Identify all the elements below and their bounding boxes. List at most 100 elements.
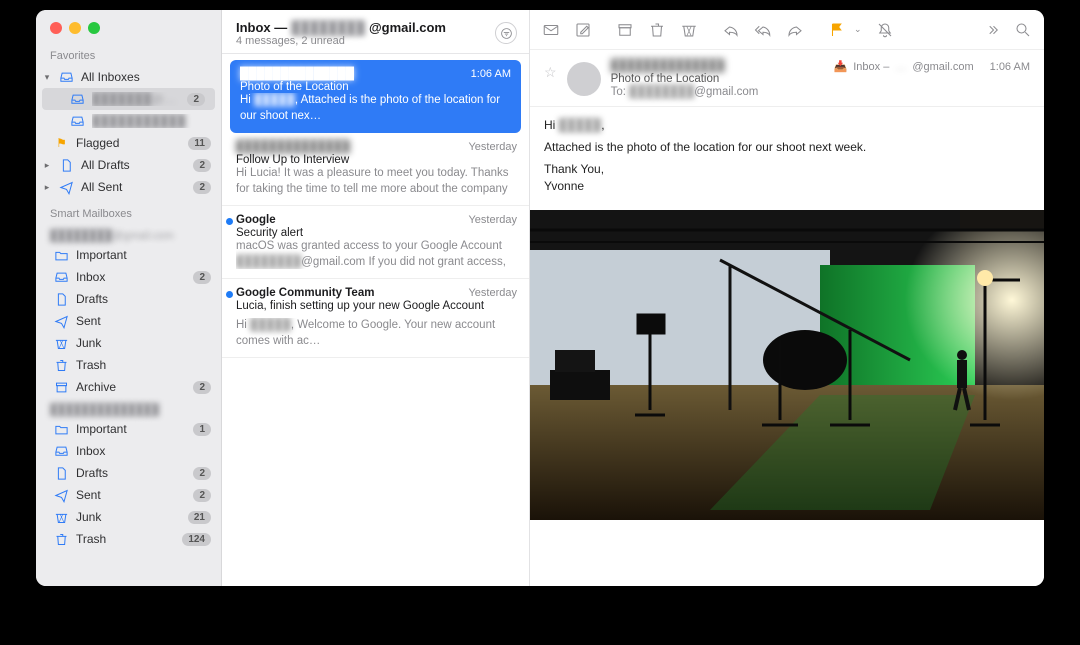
document-icon	[59, 158, 74, 172]
count-badge: 2	[193, 489, 211, 502]
trash-icon	[54, 532, 69, 546]
sidebar-item-label: Important	[76, 248, 211, 262]
mute-icon[interactable]	[876, 21, 894, 39]
sidebar-item-flagged[interactable]: ⚑ Flagged 11	[36, 132, 221, 154]
account-header-2[interactable]: ██████████████	[36, 398, 221, 418]
trash-icon	[54, 358, 69, 372]
header-to: To: ████████@gmail.com	[611, 86, 1030, 98]
chevron-right-icon[interactable]: ▸	[42, 182, 52, 193]
reply-all-icon[interactable]	[754, 21, 772, 39]
mailbox-title-suffix: @gmail.com	[369, 20, 446, 35]
unread-dot-icon	[226, 291, 233, 298]
inbox-icon	[70, 92, 85, 106]
sidebar-item-junk-2[interactable]: Junk21	[36, 506, 221, 528]
star-icon[interactable]: ☆	[544, 64, 557, 98]
sidebar-item-label: Inbox	[76, 444, 211, 458]
chevron-right-icon[interactable]: ▸	[42, 160, 52, 171]
paper-plane-icon	[59, 180, 74, 194]
sidebar-item-label: Junk	[76, 336, 211, 350]
sidebar-item-junk[interactable]: Junk	[36, 332, 221, 354]
sidebar-item-label: Flagged	[76, 136, 181, 150]
message-preview: Hi █████, Welcome to Google. Your new ac…	[236, 318, 517, 348]
message-time: Yesterday	[468, 141, 517, 153]
message-list-item[interactable]: ██████████████ Yesterday Follow Up to In…	[222, 133, 529, 206]
inbox-icon	[54, 270, 69, 284]
filter-button[interactable]	[495, 22, 517, 44]
message-sender: ██████████████	[240, 68, 354, 80]
delete-icon[interactable]	[648, 21, 666, 39]
message-preview: Hi █████, Attached is the photo of the l…	[240, 93, 511, 123]
flag-icon: ⚑	[54, 136, 69, 150]
sidebar-item-important-2[interactable]: Important1	[36, 418, 221, 440]
header-time: 1:06 AM	[990, 61, 1030, 73]
sidebar-item-label: All Sent	[81, 180, 186, 194]
message-list-item[interactable]: ██████████████ 1:06 AM Photo of the Loca…	[230, 60, 521, 133]
archive-icon[interactable]	[616, 21, 634, 39]
sidebar-item-label: Junk	[76, 510, 181, 524]
sidebar-item-inbox-2[interactable]: Inbox	[36, 440, 221, 462]
sidebar: Favorites ▾ All Inboxes ███████@g… 2 ███…	[36, 10, 222, 586]
header-meta: 📥 Inbox – …@gmail.com 1:06 AM	[834, 60, 1030, 73]
sidebar-item-account-2[interactable]: ███████████	[36, 110, 221, 132]
sidebar-item-label: ███████@g…	[92, 92, 180, 106]
inbox-icon	[70, 114, 85, 128]
count-badge: 2	[193, 381, 211, 394]
message-list-item[interactable]: Google Community Team Yesterday Lucia, f…	[222, 279, 529, 358]
toolbar: ⌄	[530, 10, 1044, 50]
chevron-down-icon[interactable]: ▾	[42, 72, 52, 83]
sidebar-item-sent[interactable]: Sent	[36, 310, 221, 332]
sidebar-item-all-inboxes[interactable]: ▾ All Inboxes	[36, 66, 221, 88]
message-body: Hi █████, Attached is the photo of the l…	[530, 107, 1044, 210]
message-subject: Photo of the Location	[240, 81, 511, 93]
mailbox-title: Inbox — ████████ @gmail.com	[236, 20, 487, 35]
sidebar-item-trash[interactable]: Trash	[36, 354, 221, 376]
sidebar-item-inbox[interactable]: Inbox2	[36, 266, 221, 288]
sidebar-item-drafts-2[interactable]: Drafts2	[36, 462, 221, 484]
flag-icon[interactable]	[828, 21, 846, 39]
sidebar-item-all-drafts[interactable]: ▸ All Drafts 2	[36, 154, 221, 176]
message-list-item[interactable]: Google Yesterday Security alert macOS wa…	[222, 206, 529, 279]
junk-icon	[54, 336, 69, 350]
sidebar-item-drafts[interactable]: Drafts	[36, 288, 221, 310]
document-icon	[54, 292, 69, 306]
more-toolbar-icon[interactable]	[986, 21, 1004, 39]
sidebar-item-label: Sent	[76, 314, 211, 328]
sidebar-item-sent-2[interactable]: Sent2	[36, 484, 221, 506]
header-subject: Photo of the Location	[611, 73, 1030, 85]
message-list-header: Inbox — ████████ @gmail.com 4 messages, …	[222, 10, 529, 54]
sidebar-item-account-1[interactable]: ███████@g… 2	[42, 88, 215, 110]
window-controls	[36, 10, 221, 40]
close-window-button[interactable]	[50, 22, 62, 34]
unread-badge: 2	[187, 93, 205, 106]
folder-icon	[54, 422, 69, 436]
sidebar-item-all-sent[interactable]: ▸ All Sent 2	[36, 176, 221, 198]
mark-read-icon[interactable]	[542, 21, 560, 39]
count-badge: 2	[193, 271, 211, 284]
account-header-1[interactable]: ████████@gmail.com	[36, 224, 221, 244]
inbox-icon	[54, 444, 69, 458]
sidebar-item-trash-2[interactable]: Trash 124	[36, 528, 221, 550]
minimize-window-button[interactable]	[69, 22, 81, 34]
sidebar-item-archive[interactable]: Archive2	[36, 376, 221, 398]
sender-avatar	[567, 62, 601, 96]
count-badge: 11	[188, 137, 211, 150]
forward-icon[interactable]	[786, 21, 804, 39]
junk-icon[interactable]	[680, 21, 698, 39]
junk-icon	[54, 510, 69, 524]
compose-icon[interactable]	[574, 21, 592, 39]
zoom-window-button[interactable]	[88, 22, 100, 34]
sidebar-item-important[interactable]: Important	[36, 244, 221, 266]
reading-pane: ⌄ ☆ ██████████████ Photo of the Location…	[530, 10, 1044, 586]
search-icon[interactable]	[1014, 21, 1032, 39]
message-time: Yesterday	[468, 287, 517, 299]
message-subject: Follow Up to Interview	[236, 154, 517, 166]
message-time: 1:06 AM	[471, 68, 511, 80]
reply-icon[interactable]	[722, 21, 740, 39]
inbox-icon	[59, 70, 74, 84]
mail-window: Favorites ▾ All Inboxes ███████@g… 2 ███…	[36, 10, 1044, 586]
message-time: Yesterday	[468, 214, 517, 226]
sidebar-item-label: Trash	[76, 532, 175, 546]
count-badge: 124	[182, 533, 211, 546]
flag-menu-chevron-icon[interactable]: ⌄	[854, 24, 862, 35]
message-sender: ██████████████	[236, 141, 350, 153]
